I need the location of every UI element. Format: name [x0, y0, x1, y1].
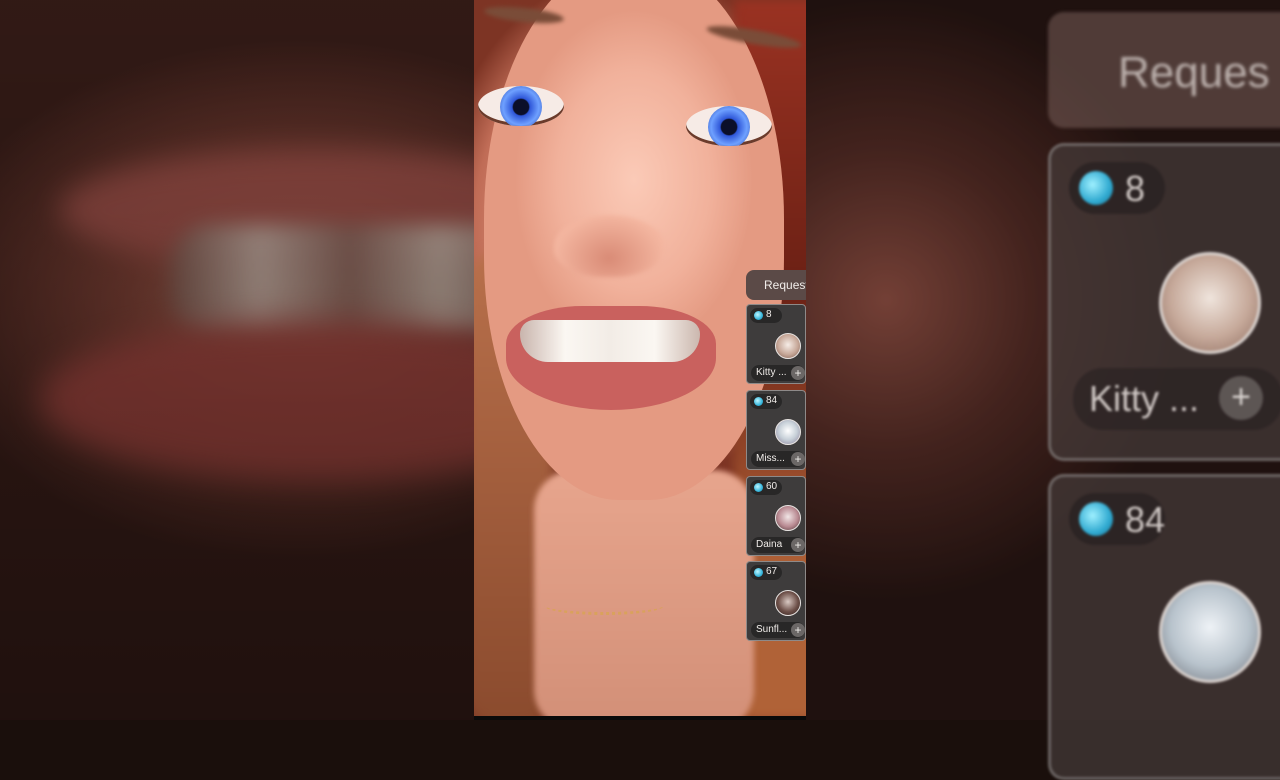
- blurred-background-left: [0, 0, 474, 720]
- request-card[interactable]: 67 Sunfl... +: [746, 561, 806, 641]
- iris: [500, 86, 542, 126]
- request-tab-label: Request: [764, 278, 806, 292]
- necklace: [544, 596, 664, 615]
- blurred-name: Kitty ...: [1089, 378, 1200, 419]
- blurred-request-card: 84: [1048, 474, 1280, 780]
- count-badge: 67: [750, 565, 782, 580]
- avatar: [1159, 581, 1261, 683]
- add-icon[interactable]: +: [791, 538, 805, 552]
- request-card[interactable]: 84 Miss... +: [746, 390, 806, 470]
- gem-icon: [1079, 502, 1113, 536]
- request-card[interactable]: 60 Daina +: [746, 476, 806, 556]
- request-panel: Request 8 Kitty ... + 84 Miss... + 60 Da…: [746, 0, 806, 716]
- blurred-count: 8: [1125, 168, 1146, 209]
- plus-icon: +: [1219, 376, 1263, 420]
- add-icon[interactable]: +: [791, 366, 805, 380]
- request-card[interactable]: 8 Kitty ... +: [746, 304, 806, 384]
- card-count: 84: [766, 395, 778, 406]
- avatar: [1159, 252, 1261, 354]
- blurred-request-card: 8 Kitty ... +: [1048, 143, 1280, 461]
- avatar[interactable]: [775, 505, 801, 531]
- card-count: 67: [766, 566, 778, 577]
- avatar[interactable]: [775, 590, 801, 616]
- blurred-name-pill: Kitty ... +: [1073, 368, 1280, 430]
- iris: [708, 106, 750, 146]
- blurred-count-badge: 8: [1069, 162, 1165, 214]
- card-name: Daina: [756, 539, 783, 550]
- blurred-request-label: Reques: [1118, 48, 1270, 97]
- avatar[interactable]: [775, 333, 801, 359]
- avatar[interactable]: [775, 419, 801, 445]
- gem-icon: [754, 483, 763, 492]
- gem-icon: [754, 311, 763, 320]
- count-badge: 84: [750, 394, 782, 409]
- gem-icon: [1079, 171, 1113, 205]
- gem-icon: [754, 568, 763, 577]
- card-name: Miss...: [756, 453, 785, 464]
- nose: [554, 215, 664, 277]
- blurred-count-badge: 84: [1069, 493, 1165, 545]
- request-tab[interactable]: Request: [746, 270, 806, 300]
- eye: [478, 86, 564, 126]
- background-shade: [0, 0, 474, 720]
- count-badge: 60: [750, 480, 782, 495]
- card-count: 8: [766, 309, 772, 320]
- bottom-strip: [474, 716, 806, 720]
- card-name: Sunfl...: [756, 624, 788, 635]
- count-badge: 8: [750, 308, 782, 323]
- card-name: Kitty ...: [756, 367, 787, 378]
- card-count: 60: [766, 481, 778, 492]
- gem-icon: [754, 397, 763, 406]
- teeth: [520, 320, 700, 362]
- blurred-request-tab: Reques: [1048, 12, 1280, 128]
- add-icon[interactable]: +: [791, 623, 805, 637]
- blurred-count: 84: [1125, 499, 1166, 540]
- neck: [534, 470, 754, 716]
- add-icon[interactable]: +: [791, 452, 805, 466]
